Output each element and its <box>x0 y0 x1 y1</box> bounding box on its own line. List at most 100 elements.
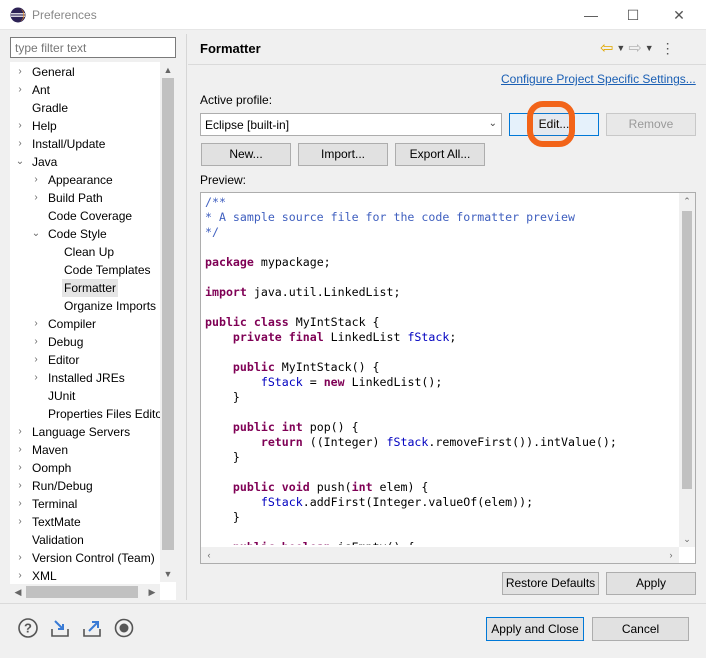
tree-item-label: Help <box>32 119 57 133</box>
footer-icons: ? <box>16 616 136 640</box>
chevron-right-icon[interactable]: › <box>14 459 26 477</box>
maximize-icon: ☐ <box>626 6 640 23</box>
tree-item-label: Editor <box>48 353 80 367</box>
tree-item-label: Code Templates <box>64 263 151 277</box>
tree-item-label: Build Path <box>48 191 103 205</box>
new-profile-button[interactable]: New... <box>201 143 291 166</box>
tree-item-label: TextMate <box>32 515 81 529</box>
chevron-right-icon[interactable]: › <box>30 189 42 207</box>
profile-select[interactable]: Eclipse [built-in] ⌄ <box>200 113 502 136</box>
minimize-button[interactable]: — <box>568 0 614 30</box>
close-icon: ✕ <box>673 6 685 23</box>
code-line: package mypackage; <box>205 255 331 269</box>
code-line: public class MyIntStack { <box>205 315 380 329</box>
page-navigation: ⇦ ▼ ⇨ ▼ ⋮ <box>600 38 675 58</box>
forward-arrow-icon[interactable]: ⇨ <box>628 38 641 58</box>
chevron-right-icon[interactable]: › <box>30 333 42 351</box>
scroll-right-icon[interactable]: ▶ <box>144 584 160 600</box>
scroll-right-icon[interactable]: › <box>663 547 679 563</box>
apply-button[interactable]: Apply <box>606 572 696 595</box>
chevron-right-icon[interactable]: › <box>14 495 26 513</box>
tree-item-label: Formatter <box>62 279 119 297</box>
chevron-down-icon[interactable]: ⌄ <box>14 153 26 171</box>
code-line: * A sample source file for the code form… <box>205 210 575 224</box>
code-line: import java.util.LinkedList; <box>205 285 401 299</box>
scroll-thumb[interactable] <box>26 586 138 598</box>
tree-item-label: Appearance <box>48 173 113 187</box>
close-window-button[interactable]: ✕ <box>656 0 702 30</box>
record-icon[interactable] <box>112 616 136 640</box>
minimize-icon: — <box>584 7 598 23</box>
preview-vertical-scrollbar[interactable]: ⌃ ⌄ <box>679 193 695 547</box>
back-dropdown-icon[interactable]: ▼ <box>616 43 625 53</box>
chevron-right-icon[interactable]: › <box>30 315 42 333</box>
code-line: public MyIntStack() { <box>232 360 380 374</box>
preview-label: Preview: <box>200 173 247 187</box>
tree-item-label: Java <box>32 155 58 169</box>
forward-dropdown-icon[interactable]: ▼ <box>645 43 654 53</box>
scroll-down-icon[interactable]: ⌄ <box>679 531 695 547</box>
code-line: private final LinkedList fStack; <box>232 330 457 344</box>
chevron-right-icon[interactable]: › <box>14 549 26 567</box>
apply-and-close-button[interactable]: Apply and Close <box>486 617 584 641</box>
eclipse-logo-icon <box>10 7 26 23</box>
maximize-button[interactable]: ☐ <box>610 0 656 30</box>
scroll-up-icon[interactable]: ▲ <box>160 62 176 78</box>
scroll-thumb[interactable] <box>682 211 692 489</box>
import-profile-button[interactable]: Import... <box>298 143 388 166</box>
page-title: Formatter <box>200 41 261 56</box>
code-line: public void push(int elem) { <box>232 480 429 494</box>
chevron-right-icon[interactable]: › <box>14 441 26 459</box>
cancel-button[interactable]: Cancel <box>592 617 689 641</box>
chevron-right-icon[interactable]: › <box>14 117 26 135</box>
code-line: fStack = new LinkedList(); <box>260 375 443 389</box>
preview-horizontal-scrollbar[interactable]: ‹ › <box>201 547 679 563</box>
chevron-right-icon[interactable]: › <box>30 171 42 189</box>
scroll-left-icon[interactable]: ‹ <box>201 547 217 563</box>
code-line: } <box>205 450 240 464</box>
chevron-right-icon[interactable]: › <box>14 135 26 153</box>
tree-item-label: General <box>32 65 75 79</box>
chevron-right-icon[interactable]: › <box>14 477 26 495</box>
tree-horizontal-scrollbar[interactable]: ◀ ▶ <box>10 584 160 600</box>
footer-divider <box>0 603 706 604</box>
chevron-right-icon[interactable]: › <box>14 81 26 99</box>
tree-item-label: Gradle <box>32 101 69 115</box>
chevron-right-icon[interactable]: › <box>14 63 26 81</box>
chevron-right-icon[interactable]: › <box>14 513 26 531</box>
tree-item-label: Terminal <box>32 497 78 511</box>
remove-button[interactable]: Remove <box>606 113 696 136</box>
scroll-up-icon[interactable]: ⌃ <box>679 193 695 209</box>
back-arrow-icon[interactable]: ⇦ <box>600 38 613 58</box>
active-profile-label: Active profile: <box>200 93 273 107</box>
view-menu-icon[interactable]: ⋮ <box>661 40 675 57</box>
chevron-down-icon[interactable]: ⌄ <box>30 225 42 243</box>
chevron-right-icon[interactable]: › <box>30 369 42 387</box>
chevron-right-icon[interactable]: › <box>14 567 26 585</box>
chevron-right-icon[interactable]: › <box>14 423 26 441</box>
scroll-down-icon[interactable]: ▼ <box>160 566 176 582</box>
scroll-thumb[interactable] <box>162 78 174 550</box>
help-icon[interactable]: ? <box>16 616 40 640</box>
tree-item-label: Maven <box>32 443 69 457</box>
tree-item-label: Language Servers <box>32 425 131 439</box>
scroll-left-icon[interactable]: ◀ <box>10 584 26 600</box>
code-preview[interactable]: /** * A sample source file for the code f… <box>200 192 696 564</box>
export-prefs-icon[interactable] <box>80 616 104 640</box>
tree-item-label: Organize Imports <box>64 299 157 313</box>
highlight-annotation <box>527 101 575 147</box>
tree-vertical-scrollbar[interactable]: ▲ ▼ <box>160 62 176 582</box>
restore-defaults-button[interactable]: Restore Defaults <box>502 572 599 595</box>
preference-tree[interactable]: › General › Ant Gradle › Help › Install/Update ⌄ J… <box>10 62 176 600</box>
export-all-button[interactable]: Export All... <box>395 143 485 166</box>
import-prefs-icon[interactable] <box>48 616 72 640</box>
configure-project-settings-link[interactable]: Configure Project Specific Settings... <box>501 72 696 86</box>
filter-input[interactable] <box>10 37 176 58</box>
panel-divider[interactable] <box>186 34 187 600</box>
window-title: Preferences <box>32 8 97 22</box>
chevron-right-icon[interactable]: › <box>30 351 42 369</box>
